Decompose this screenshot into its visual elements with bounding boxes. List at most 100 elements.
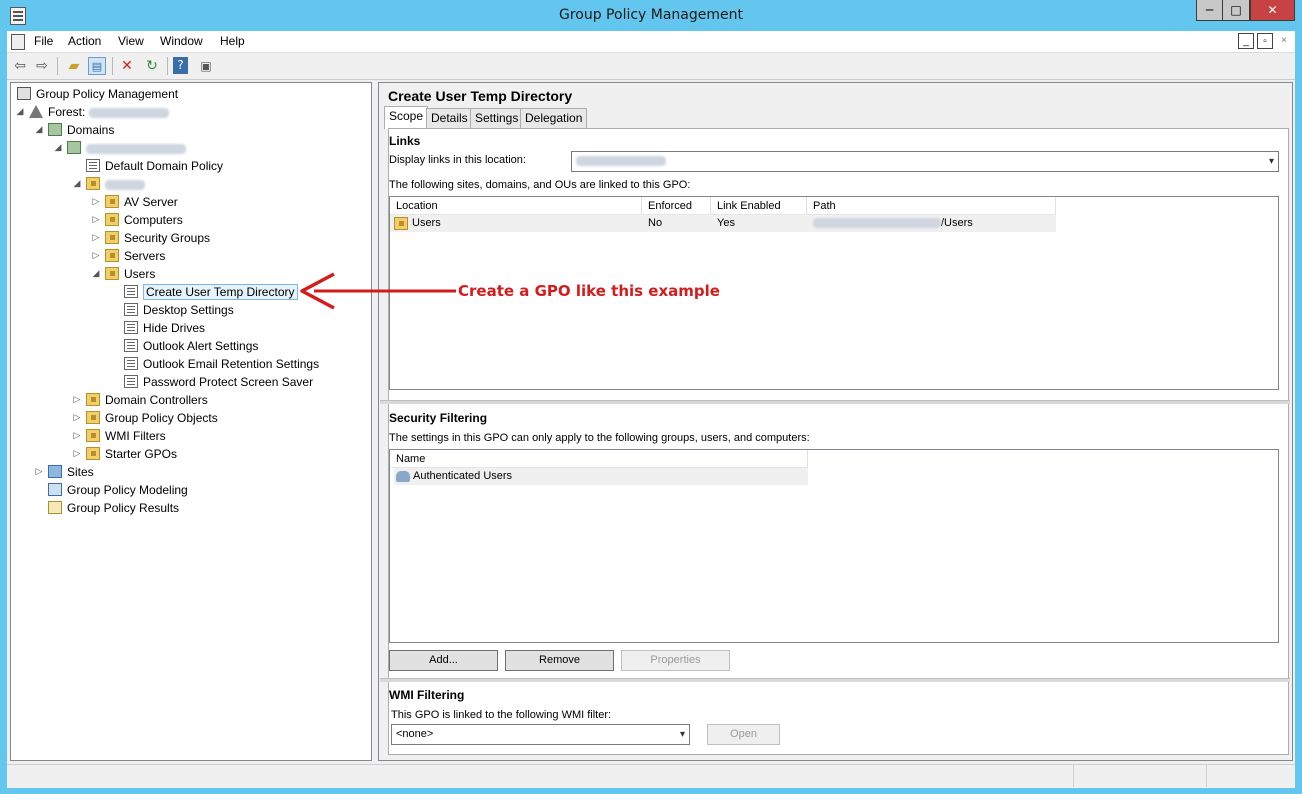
gpo-link-icon	[124, 339, 138, 353]
expand-icon[interactable]: ▷	[90, 211, 102, 229]
links-heading: Links	[389, 134, 421, 148]
tree-ou-av-server[interactable]: ▷ AV Server	[90, 193, 178, 211]
collapse-icon[interactable]: ◢	[33, 121, 45, 139]
wmi-filtering-description: This GPO is linked to the following WMI …	[391, 709, 612, 721]
gpo-link-icon	[124, 321, 138, 335]
expand-icon[interactable]: ▷	[90, 247, 102, 265]
expand-icon[interactable]: ▷	[90, 193, 102, 211]
expand-icon[interactable]: ▷	[71, 427, 83, 445]
expand-icon[interactable]: ▷	[90, 229, 102, 247]
remove-button[interactable]: Remove	[505, 650, 614, 671]
toolbar-separator	[112, 57, 113, 75]
expand-icon[interactable]: ▷	[71, 445, 83, 463]
results-icon	[48, 501, 62, 515]
list-item[interactable]: Authenticated Users	[394, 468, 808, 485]
tree-gpo-desktop-settings[interactable]: Desktop Settings	[121, 301, 234, 319]
refresh-icon[interactable]: ↻	[143, 57, 161, 75]
column-enforced[interactable]: Enforced	[642, 197, 711, 215]
tree-ou-computers[interactable]: ▷ Computers	[90, 211, 183, 229]
tree-ou-security-groups[interactable]: ▷ Security Groups	[90, 229, 211, 247]
maximize-button[interactable]: □	[1222, 0, 1250, 21]
tree-gpo-password-protect-screen-saver[interactable]: Password Protect Screen Saver	[121, 373, 313, 391]
tree-gpo-create-user-temp-directory[interactable]: Create User Temp Directory	[121, 283, 298, 301]
links-location-dropdown[interactable]: ▾	[571, 151, 1279, 172]
menu-window[interactable]: Window	[160, 34, 203, 48]
tree-group-policy-objects[interactable]: ▷ Group Policy Objects	[71, 409, 218, 427]
menu-help[interactable]: Help	[220, 34, 245, 48]
show-hide-tree-icon[interactable]: ▤	[88, 57, 106, 75]
title-bar[interactable]: Group Policy Management ─ □ ✕	[0, 0, 1302, 31]
close-button[interactable]: ✕	[1250, 0, 1295, 21]
tab-delegation[interactable]: Delegation	[520, 108, 588, 128]
tree-starter-gpos[interactable]: ▷ Starter GPOs	[71, 445, 178, 463]
delete-icon[interactable]: ✕	[118, 57, 136, 75]
security-filtering-list[interactable]: Name Authenticated Users	[389, 449, 1279, 643]
link-enforced-cell: No	[642, 215, 711, 232]
properties-button[interactable]: Properties	[621, 650, 730, 671]
open-button[interactable]: Open	[707, 724, 780, 745]
up-folder-icon[interactable]: ▰	[65, 57, 83, 75]
child-restore-button[interactable]: ▫	[1257, 33, 1273, 49]
collapse-icon[interactable]: ◢	[90, 265, 102, 283]
annotation-text: Create a GPO like this example	[458, 282, 720, 300]
tree-gpo-hide-drives[interactable]: Hide Drives	[121, 319, 205, 337]
expand-icon[interactable]: ▷	[71, 409, 83, 427]
tree-ou-root[interactable]: ◢	[71, 175, 145, 193]
collapse-icon[interactable]: ◢	[52, 139, 64, 157]
tree-gpo-outlook-email-retention[interactable]: Outlook Email Retention Settings	[121, 355, 319, 373]
show-action-pane-icon[interactable]: ▣	[197, 57, 215, 75]
tree-gp-modeling[interactable]: Group Policy Modeling	[45, 481, 188, 499]
tab-details[interactable]: Details	[426, 108, 473, 128]
wmi-filter-dropdown[interactable]: <none> ▾	[391, 724, 690, 745]
minimize-button[interactable]: ─	[1196, 0, 1223, 21]
security-filtering-heading: Security Filtering	[389, 411, 488, 425]
modeling-icon	[48, 483, 62, 497]
menu-file[interactable]: File	[34, 34, 53, 48]
status-segment	[1073, 765, 1207, 787]
section-divider[interactable]	[380, 400, 1290, 404]
client-area: File Action View Window Help _ ▫ × ⇦ ⇨ ▰…	[7, 31, 1295, 788]
tree-wmi-filters[interactable]: ▷ WMI Filters	[71, 427, 166, 445]
tree-domain-controllers[interactable]: ▷ Domain Controllers	[71, 391, 208, 409]
tree-forest[interactable]: ◢ Forest:	[14, 103, 169, 121]
console-icon[interactable]	[11, 34, 25, 50]
expand-icon[interactable]: ▷	[71, 391, 83, 409]
tab-scope[interactable]: Scope	[384, 106, 429, 129]
tree-domain[interactable]: ◢	[52, 139, 186, 157]
redacted-location	[576, 156, 666, 167]
add-button[interactable]: Add...	[389, 650, 498, 671]
tree-ou-servers[interactable]: ▷ Servers	[90, 247, 166, 265]
tree-gpo-outlook-alert-settings[interactable]: Outlook Alert Settings	[121, 337, 258, 355]
column-path[interactable]: Path	[807, 197, 1056, 215]
gpo-link-icon	[124, 285, 138, 299]
menu-bar: File Action View Window Help _ ▫ ×	[7, 31, 1295, 53]
tree-default-domain-policy[interactable]: Default Domain Policy	[83, 157, 223, 175]
wmi-filtering-heading: WMI Filtering	[389, 688, 465, 702]
ou-folder-icon	[86, 393, 100, 407]
menu-view[interactable]: View	[118, 34, 144, 48]
section-divider[interactable]	[380, 678, 1290, 682]
column-name[interactable]: Name	[390, 450, 808, 468]
forward-icon[interactable]: ⇨	[33, 57, 51, 75]
menu-action[interactable]: Action	[68, 34, 101, 48]
back-icon[interactable]: ⇦	[11, 57, 29, 75]
tree-sites[interactable]: ▷ Sites	[33, 463, 94, 481]
tree-root[interactable]: Group Policy Management	[14, 85, 178, 103]
tree-gp-results[interactable]: Group Policy Results	[45, 499, 179, 517]
column-link-enabled[interactable]: Link Enabled	[711, 197, 807, 215]
link-path-cell: /Users	[807, 215, 1056, 232]
expand-icon[interactable]: ▷	[33, 463, 45, 481]
help-icon[interactable]: ?	[173, 57, 188, 74]
domain-icon	[67, 141, 81, 155]
tab-settings[interactable]: Settings	[470, 108, 524, 128]
column-location[interactable]: Location	[390, 197, 642, 215]
gpo-container-icon	[86, 411, 100, 425]
child-close-button[interactable]: ×	[1276, 33, 1292, 49]
collapse-icon[interactable]: ◢	[14, 103, 26, 121]
tree-ou-users[interactable]: ◢ Users	[90, 265, 156, 283]
wmi-filter-icon	[86, 429, 100, 443]
link-location-cell: Users	[394, 215, 640, 232]
collapse-icon[interactable]: ◢	[71, 175, 83, 193]
child-minimize-button[interactable]: _	[1238, 33, 1254, 49]
tree-domains[interactable]: ◢ Domains	[33, 121, 115, 139]
